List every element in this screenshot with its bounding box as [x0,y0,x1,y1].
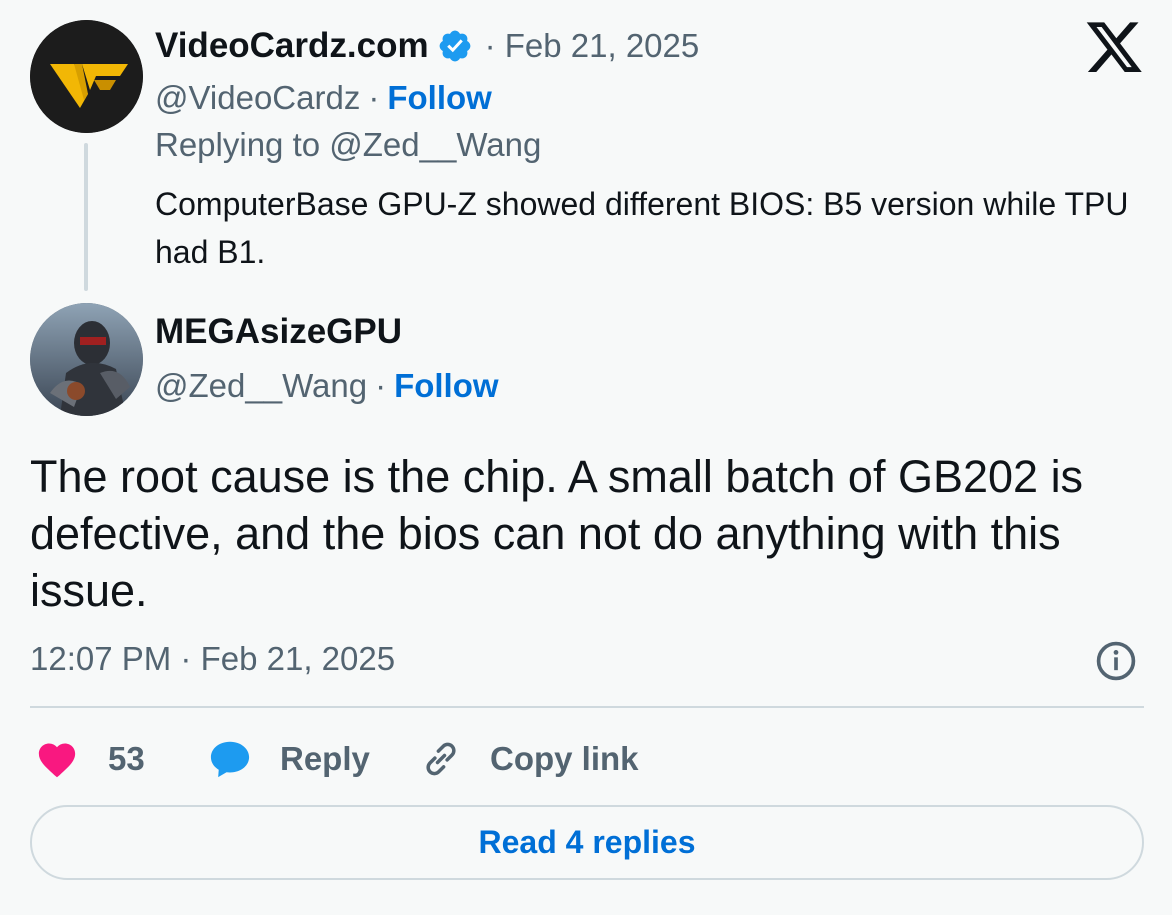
like-count: 53 [108,740,145,777]
videocardz-logo-icon [30,20,143,133]
reply-display-name[interactable]: MEGAsizeGPU [155,312,402,352]
reply-label: Reply [280,740,370,777]
replying-to-text[interactable]: Replying to @Zed__Wang [155,126,541,164]
copy-link-button[interactable]: Copy link [420,736,639,782]
reply-bubble-icon [210,741,250,778]
parent-handle-row: @VideoCardz · Follow [155,78,492,118]
heart-icon [38,743,76,778]
reply-author-row: MEGAsizeGPU [155,310,402,354]
parent-author-row: VideoCardz.com · Feb 21, 2025 [155,24,699,68]
follow-button-videocardz[interactable]: Follow [387,79,491,117]
separator-dot: · [368,79,380,116]
parent-display-name[interactable]: VideoCardz.com [155,26,429,66]
tweet-timestamp[interactable]: 12:07 PM · Feb 21, 2025 [30,640,395,678]
parent-tweet-text: ComputerBase GPU-Z showed different BIOS… [155,186,1129,270]
read-replies-button[interactable]: Read 4 replies [30,805,1144,880]
divider [30,706,1144,708]
reply-handle-row: @Zed__Wang · Follow [155,366,499,406]
copy-link-label: Copy link [490,740,639,777]
videocardz-avatar[interactable] [30,20,143,133]
info-icon[interactable] [1094,639,1138,683]
megasizegpu-avatar[interactable] [30,303,143,416]
link-icon [426,742,456,776]
verified-badge-icon [439,30,470,62]
reply-handle[interactable]: @Zed__Wang [155,367,367,405]
parent-date[interactable]: · Feb 21, 2025 [485,27,700,65]
read-replies-label: Read 4 replies [478,824,696,860]
follow-button-megasizegpu[interactable]: Follow [394,367,498,405]
like-button[interactable]: 53 [36,736,145,782]
reply-tweet-text: The root cause is the chip. A small batc… [30,451,1084,616]
megasizegpu-avatar-image [30,303,143,416]
embedded-tweet-card: VideoCardz.com · Feb 21, 2025 @VideoCard… [0,0,1172,915]
reply-button[interactable]: Reply [208,736,370,782]
parent-handle[interactable]: @VideoCardz [155,79,360,117]
x-logo-icon[interactable] [1086,22,1142,74]
thread-connector-line [84,143,88,291]
separator-dot: · [375,367,387,404]
